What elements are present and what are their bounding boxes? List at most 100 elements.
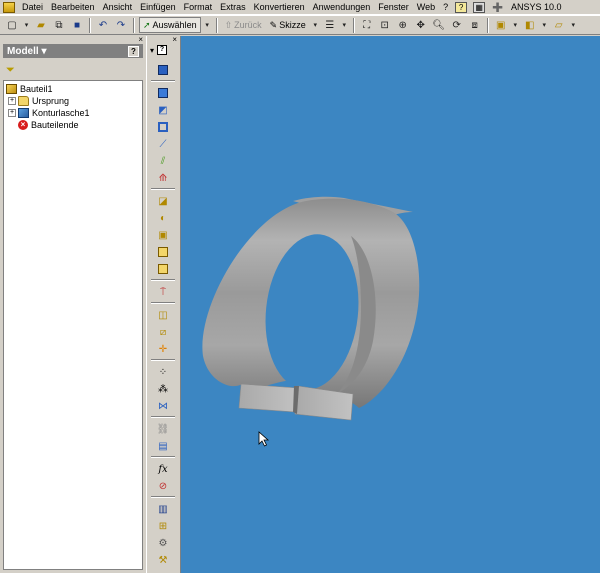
work-point-icon[interactable]: ✛ [151, 341, 175, 357]
tree-item-bauteilende[interactable]: × Bauteilende [6, 119, 142, 131]
expand-icon[interactable]: + [8, 109, 16, 117]
tool-separator [151, 496, 175, 498]
expand-icon[interactable]: + [8, 97, 16, 105]
ground-plane-icon[interactable]: ▱ [551, 17, 567, 33]
parameters-fx-icon[interactable]: fx [151, 461, 175, 477]
tool-panel-close-icon[interactable]: × [172, 36, 177, 44]
tools-icon[interactable]: ⚒ [151, 552, 175, 568]
derived-component-icon[interactable]: ⛓ [151, 421, 175, 437]
mirror-icon[interactable]: ⋈ [151, 398, 175, 414]
extract-ifeature-icon[interactable]: ⚙ [151, 535, 175, 551]
bend-icon[interactable]: ◐ [151, 210, 175, 226]
list-dropdown-icon[interactable]: ▾ [340, 17, 349, 33]
look-at-icon[interactable]: ⧈ [467, 17, 483, 33]
folder-icon [18, 96, 29, 106]
sheet-metal-styles-icon[interactable] [151, 62, 175, 78]
tree-item-label: Ursprung [32, 96, 70, 106]
no-entry-icon[interactable]: ⊘ [151, 478, 175, 494]
tool-separator [151, 456, 175, 458]
flat-pattern-icon[interactable]: ⍑ [151, 284, 175, 300]
tool-separator [151, 188, 175, 190]
open-folder-icon[interactable]: ▰ [33, 17, 49, 33]
model-panel-header[interactable]: Modell ▾ ? [3, 44, 143, 58]
insert-ifeature-icon[interactable]: ⊞ [151, 518, 175, 534]
hem-icon[interactable]: ⫽ [151, 153, 175, 169]
tool-panel-help-icon[interactable]: ? [157, 45, 168, 55]
menu-ansicht[interactable]: Ansicht [99, 2, 137, 12]
tree-item-ursprung[interactable]: + Ursprung [6, 95, 142, 107]
contour-flange-icon[interactable]: ◩ [151, 102, 175, 118]
tree-item-bauteil1[interactable]: Bauteil1 [6, 83, 142, 95]
select-dropdown-icon[interactable]: ▾ [203, 17, 212, 33]
project-icon[interactable]: ⧉ [51, 17, 67, 33]
zoom-icon[interactable]: ⊕ [395, 17, 411, 33]
select-arrow-icon: ➚ [143, 19, 151, 30]
shaded-dropdown-icon[interactable]: ▾ [540, 17, 549, 33]
tool-panel-menu-icon[interactable]: ▾ [150, 46, 154, 55]
circular-pattern-icon[interactable]: ⁂ [151, 381, 175, 397]
redo-icon[interactable]: ↷ [113, 17, 129, 33]
zoom-all-icon[interactable]: ⛶ [359, 17, 375, 33]
corner-chamfer-icon[interactable] [151, 244, 175, 260]
app-icon[interactable] [3, 1, 15, 13]
insert-part-icon[interactable]: ▤ [151, 438, 175, 454]
menu-web[interactable]: Web [413, 2, 439, 12]
tool-separator [151, 80, 175, 82]
select-button[interactable]: ➚ Auswählen [139, 17, 201, 33]
menu-help[interactable]: ? [439, 2, 452, 12]
help-book-icon[interactable]: ? [455, 1, 468, 13]
menu-ansys[interactable]: ANSYS 10.0 [507, 2, 566, 12]
tree-item-konturlasche1[interactable]: + Konturlasche1 [6, 107, 142, 119]
part-icon [6, 84, 17, 94]
menu-fenster[interactable]: Fenster [374, 2, 413, 12]
ground-dropdown-icon[interactable]: ▾ [569, 17, 578, 33]
tool-separator [151, 416, 175, 418]
corner-round-icon[interactable]: ▣ [151, 227, 175, 243]
model-panel-close-icon[interactable]: × [138, 36, 143, 44]
menu-format[interactable]: Format [180, 2, 217, 12]
menu-datei[interactable]: Datei [18, 2, 47, 12]
list-indent-icon[interactable]: ☰ [322, 17, 338, 33]
sketch-pencil-icon: ✎ [269, 19, 278, 30]
tool-separator [151, 279, 175, 281]
zoom-window-icon[interactable]: ⊡ [377, 17, 393, 33]
cut-icon[interactable] [151, 119, 175, 135]
rectangular-pattern-icon[interactable]: ⁘ [151, 364, 175, 380]
menu-extras[interactable]: Extras [216, 2, 250, 12]
graphics-viewport[interactable] [181, 36, 600, 573]
flange-icon[interactable]: ⟋ [151, 136, 175, 152]
toolbar-separator [133, 17, 135, 33]
menu-einfuegen[interactable]: Einfügen [136, 2, 180, 12]
new-dropdown-icon[interactable]: ▾ [22, 17, 31, 33]
undo-icon[interactable]: ↶ [95, 17, 111, 33]
display-mode-dropdown-icon[interactable]: ▾ [511, 17, 520, 33]
punch-tool-icon[interactable] [151, 261, 175, 277]
menu-bearbeiten[interactable]: Bearbeiten [47, 2, 99, 12]
face-tool-icon[interactable] [151, 85, 175, 101]
rotate-icon[interactable]: ⟳ [449, 17, 465, 33]
standard-toolbar: ▢ ▾ ▰ ⧉ ■ ↶ ↷ ➚ Auswählen ▾ ⇧ Zurück ✎ S… [0, 15, 600, 35]
new-file-icon[interactable]: ▢ [4, 17, 20, 33]
create-ifeature-icon[interactable]: ▥ [151, 501, 175, 517]
sheet-metal-icon [18, 108, 29, 118]
work-plane-icon[interactable]: ◫ [151, 307, 175, 323]
pan-icon[interactable]: ✥ [413, 17, 429, 33]
work-axis-icon[interactable]: ⧄ [151, 324, 175, 340]
zoom-select-icon[interactable]: 🔍︎ [431, 17, 447, 33]
model-panel-help-icon[interactable]: ? [128, 45, 139, 57]
sketch-dropdown-icon[interactable]: ▾ [311, 17, 320, 33]
display-mode-icon[interactable]: ▣ [493, 17, 509, 33]
shaded-cube-icon[interactable]: ◧ [522, 17, 538, 33]
corner-seam-icon[interactable]: ◪ [151, 193, 175, 209]
back-button[interactable]: ⇧ Zurück [222, 17, 265, 33]
menu-konvertieren[interactable]: Konvertieren [250, 2, 309, 12]
menu-anwendungen[interactable]: Anwendungen [309, 2, 375, 12]
calculator-icon[interactable]: ▦ [473, 1, 486, 13]
sheet-metal-ring-part[interactable] [181, 36, 600, 573]
sketch-button[interactable]: ✎ Skizze [267, 17, 309, 33]
save-icon[interactable]: ■ [69, 17, 85, 33]
filter-icon[interactable]: ⏷ [6, 64, 15, 77]
fold-icon[interactable]: ⟰ [151, 170, 175, 186]
sketch-label: Skizze [279, 20, 306, 30]
select-label: Auswählen [152, 20, 197, 30]
